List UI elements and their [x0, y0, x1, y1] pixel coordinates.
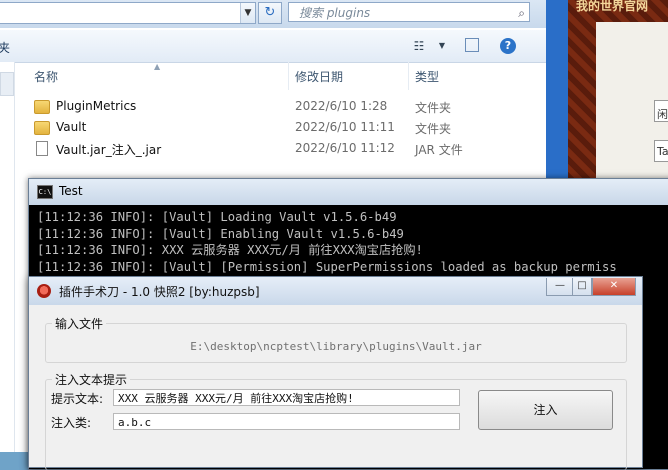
- input-file-path: E:\desktop\ncptest\library\plugins\Vault…: [190, 340, 482, 353]
- search-placeholder: 搜索 plugins: [299, 6, 371, 20]
- file-date: 2022/6/10 11:12: [295, 141, 395, 155]
- tool-titlebar[interactable]: 插件手术刀 - 1.0 快照2 [by:huzpsb] — □ ✕: [29, 277, 642, 305]
- file-name: Vault: [56, 120, 87, 134]
- website-text-fragment: Ta: [657, 145, 668, 158]
- file-name: PluginMetrics: [56, 99, 137, 113]
- file-date: 2022/6/10 11:11: [295, 120, 395, 134]
- console-line: [11:12:36 INFO]: [Vault] Enabling Vault …: [37, 226, 404, 241]
- search-icon[interactable]: ⌕: [518, 3, 525, 23]
- console-app-icon: C:\: [37, 185, 53, 199]
- input-file-legend: 输入文件: [52, 315, 107, 332]
- console-line: [11:12:36 INFO]: XXX 云服务器 XXX元/月 前往XXX淘宝…: [37, 243, 423, 257]
- close-icon[interactable]: ✕: [592, 278, 636, 296]
- file-type: 文件夹: [415, 101, 452, 115]
- file-type: JAR 文件: [415, 143, 463, 157]
- inject-hint-legend: 注入文本提示: [52, 371, 131, 388]
- input-file-group: 输入文件 E:\desktop\ncptest\library\plugins\…: [45, 315, 627, 363]
- file-name: Vault.jar_注入_.jar: [56, 143, 162, 157]
- folder-icon: [34, 121, 50, 135]
- preview-pane-icon[interactable]: [465, 38, 479, 52]
- file-row[interactable]: PluginMetrics 2022/6/10 1:28 文件夹: [30, 97, 546, 117]
- address-bar-row: ▼ ↻ 搜索 plugins ⌕: [0, 0, 546, 28]
- view-options-icon[interactable]: ☷: [411, 38, 427, 54]
- chevron-down-icon[interactable]: ▼: [240, 3, 255, 23]
- address-bar[interactable]: ▼: [0, 2, 256, 24]
- column-divider[interactable]: [288, 62, 289, 90]
- file-icon: [36, 141, 48, 156]
- explorer-toolbar: 夹 ☷ ▼ ?: [0, 30, 546, 63]
- folder-icon: [34, 100, 50, 114]
- inject-class-input[interactable]: a.b.c: [113, 413, 460, 430]
- toolbar-new-folder-fragment[interactable]: 夹: [0, 39, 10, 56]
- help-icon[interactable]: ?: [500, 38, 516, 54]
- nav-pane-item[interactable]: [0, 72, 14, 96]
- column-header-date[interactable]: 修改日期: [295, 68, 343, 86]
- file-type: 文件夹: [415, 122, 452, 136]
- sort-ascending-icon: ▲: [154, 62, 161, 71]
- console-line: [11:12:36 INFO]: [Vault] Loading Vault v…: [37, 210, 397, 224]
- navigation-pane: [0, 62, 15, 452]
- website-title[interactable]: 我的世界官网: [576, 0, 648, 14]
- column-divider[interactable]: [408, 62, 409, 90]
- tool-title: 插件手术刀 - 1.0 快照2 [by:huzpsb]: [59, 285, 260, 299]
- chevron-down-icon[interactable]: ▼: [434, 38, 450, 54]
- plugin-scalpel-window: 插件手术刀 - 1.0 快照2 [by:huzpsb] — □ ✕ 输入文件 E…: [28, 276, 643, 470]
- inject-button[interactable]: 注入: [478, 390, 613, 430]
- console-titlebar[interactable]: C:\ Test: [29, 179, 668, 205]
- app-logo-icon: [37, 284, 51, 298]
- inject-class-label: 注入类:: [51, 416, 92, 430]
- maximize-icon[interactable]: □: [572, 278, 592, 296]
- console-title: Test: [59, 184, 83, 198]
- hint-text-input[interactable]: XXX 云服务器 XXX元/月 前往XXX淘宝店抢购!: [113, 389, 460, 406]
- hint-text-label: 提示文本:: [51, 392, 104, 406]
- minimize-icon[interactable]: —: [546, 278, 574, 296]
- file-date: 2022/6/10 1:28: [295, 99, 388, 113]
- console-output: [11:12:36 INFO]: [Vault] Loading Vault v…: [37, 209, 668, 275]
- column-header-name[interactable]: 名称: [34, 68, 58, 86]
- console-line: [11:12:36 INFO]: [Vault] [Permission] Su…: [37, 259, 617, 274]
- search-input[interactable]: 搜索 plugins ⌕: [288, 2, 530, 22]
- website-text-fragment: 闲: [657, 108, 668, 121]
- file-row[interactable]: Vault.jar_注入_.jar 2022/6/10 11:12 JAR 文件: [30, 139, 546, 159]
- refresh-icon[interactable]: ↻: [258, 2, 282, 24]
- file-row[interactable]: Vault 2022/6/10 11:11 文件夹: [30, 118, 546, 138]
- column-header-type[interactable]: 类型: [415, 68, 439, 86]
